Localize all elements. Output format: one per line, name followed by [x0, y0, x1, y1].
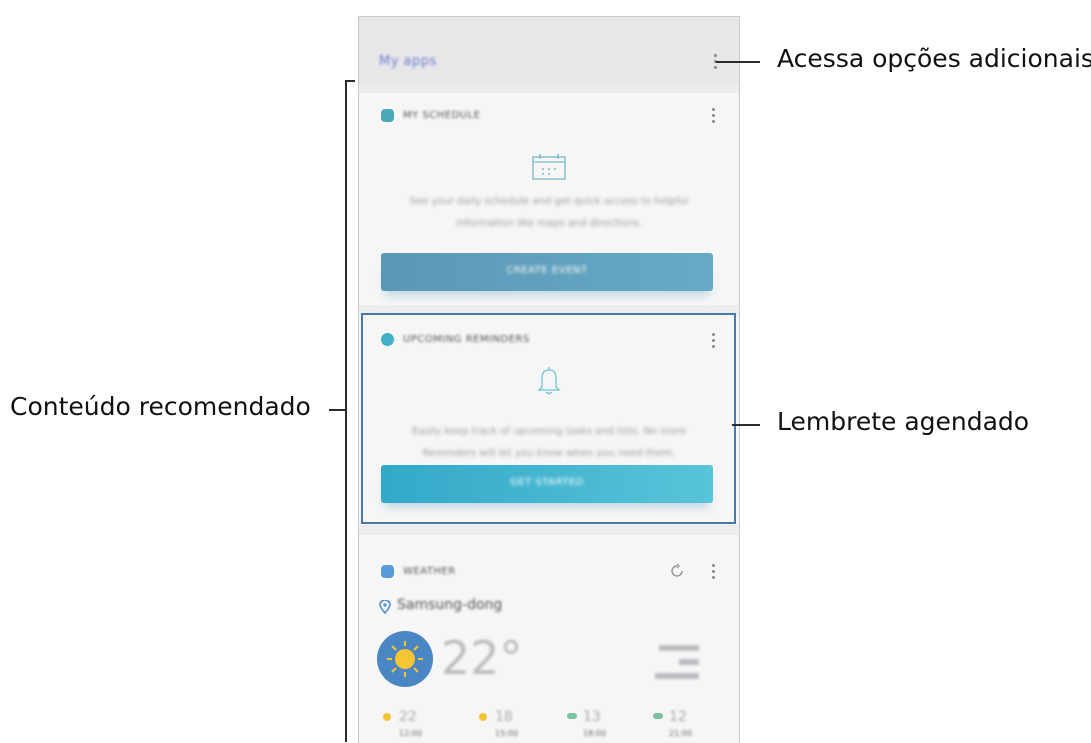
more-options-icon[interactable]	[713, 54, 717, 72]
reminder-callout-label: Lembrete agendado	[777, 407, 1030, 436]
calendar-icon	[532, 154, 566, 180]
options-callout-label: Acessa opções adicionais	[777, 44, 1091, 73]
card-description: See your daily schedule and get quick ac…	[379, 191, 719, 235]
card-menu-icon[interactable]	[711, 564, 715, 582]
description-line: information like maps and directions.	[455, 218, 643, 229]
weather-app-icon	[381, 565, 394, 578]
weather-detail	[679, 659, 699, 665]
weather-badge	[377, 631, 433, 687]
card-menu-icon[interactable]	[711, 108, 715, 126]
forecast-time: 15:00	[495, 729, 519, 738]
content-callout-line	[329, 409, 345, 411]
content-bracket-line	[345, 80, 347, 742]
forecast-time: 21:00	[669, 729, 693, 738]
current-temperature: 22°	[441, 631, 523, 685]
forecast-temp: 18	[495, 709, 513, 725]
sun-icon	[387, 641, 423, 677]
create-event-button[interactable]: CREATE EVENT	[381, 253, 713, 291]
card-title: MY SCHEDULE	[403, 110, 481, 121]
schedule-app-icon	[381, 109, 394, 122]
sun-icon	[383, 713, 391, 721]
card-weather: WEATHER Samsung-dong 22° 22 12:00 18 15:…	[359, 535, 739, 743]
button-label: CREATE EVENT	[506, 265, 588, 276]
card-title: WEATHER	[403, 566, 456, 577]
rain-icon	[567, 713, 577, 719]
forecast-temp: 12	[669, 709, 687, 725]
options-callout-line	[716, 61, 760, 63]
weather-detail	[659, 645, 699, 651]
location-pin-icon	[379, 600, 391, 614]
description-line: See your daily schedule and get quick ac…	[409, 196, 689, 207]
content-callout-label: Conteúdo recomendado	[10, 392, 311, 421]
forecast-temp: 13	[583, 709, 601, 725]
reminder-highlight-box	[361, 313, 736, 524]
weather-location: Samsung-dong	[397, 597, 503, 613]
reminder-callout-line	[732, 424, 760, 426]
top-bar: My apps	[359, 17, 739, 85]
card-my-schedule: MY SCHEDULE See your daily schedule and …	[359, 93, 739, 305]
forecast-time: 18:00	[583, 729, 607, 738]
content-bracket-top	[345, 80, 355, 82]
screen-title: My apps	[379, 54, 437, 69]
rain-icon	[653, 713, 663, 719]
forecast-row: 22 12:00 18 15:00 13 18:00 12 21:00	[383, 709, 723, 743]
forecast-temp: 22	[399, 709, 417, 725]
refresh-icon[interactable]	[669, 563, 685, 579]
weather-detail	[655, 673, 699, 679]
sun-icon	[479, 713, 487, 721]
forecast-time: 12:00	[399, 729, 423, 738]
